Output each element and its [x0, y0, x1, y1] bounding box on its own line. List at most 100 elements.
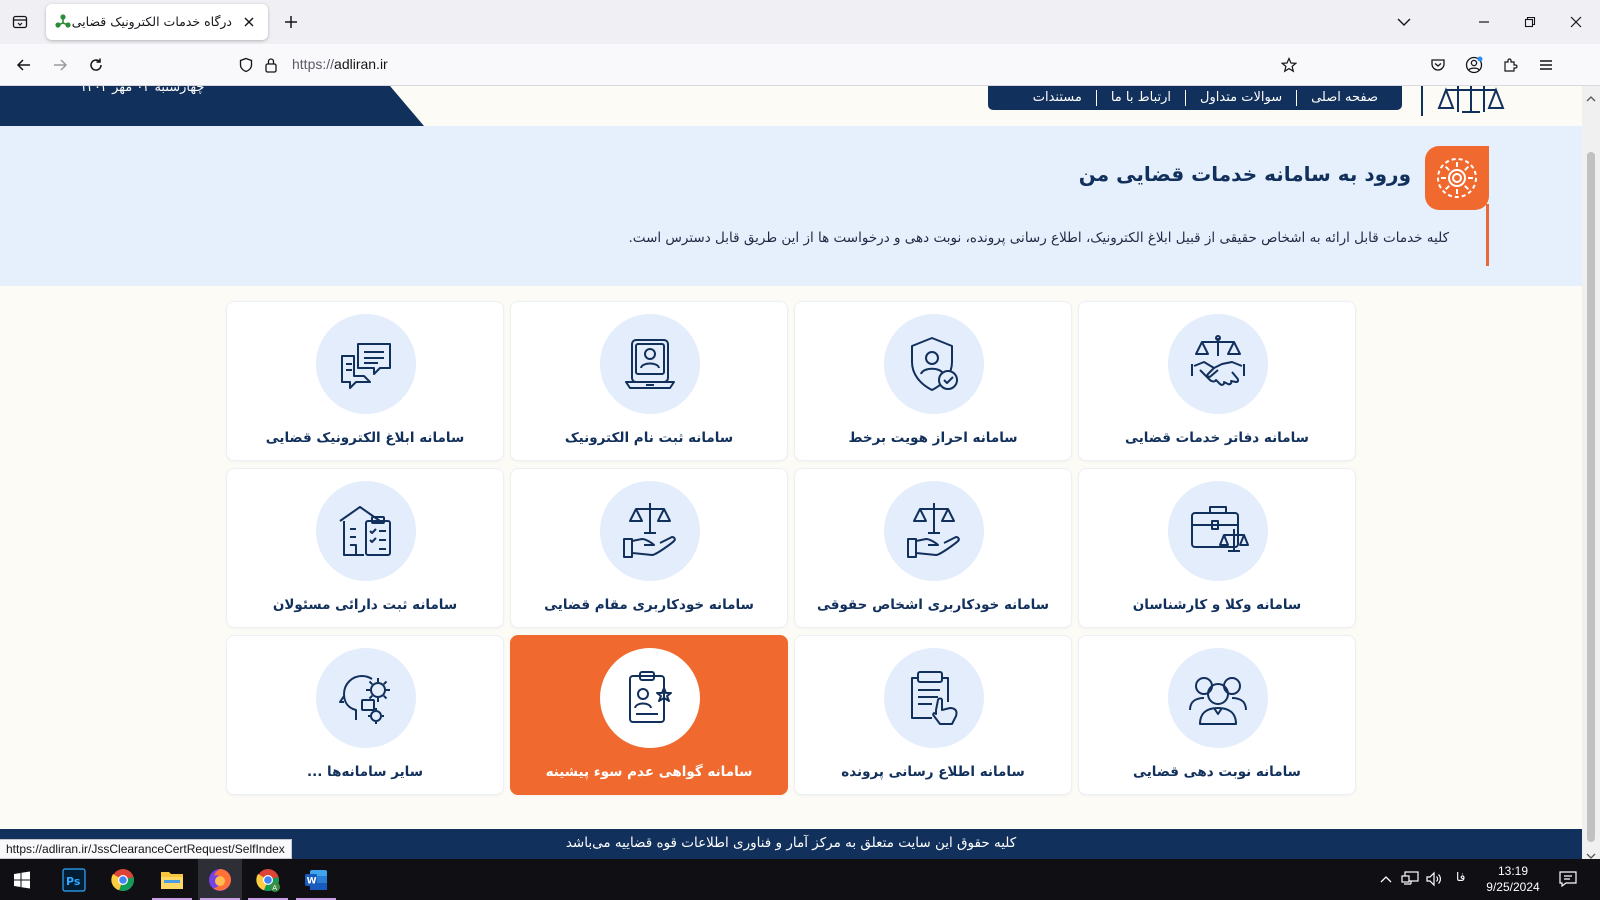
svg-text:Ps: Ps	[66, 875, 81, 888]
clock-date: 9/25/2024	[1486, 880, 1540, 894]
forward-icon[interactable]	[48, 53, 72, 77]
tab-list-icon[interactable]	[8, 11, 32, 33]
card-label: سامانه اطلاع رسانی پرونده	[841, 764, 1025, 780]
active-tab[interactable]: درگاه خدمات الکترونیک قضایی	[46, 4, 268, 40]
service-card-lawyers-experts[interactable]: سامانه وکلا و کارشناسان	[1078, 468, 1356, 628]
scroll-down-icon[interactable]	[1586, 846, 1596, 859]
judiciary-logo-icon[interactable]	[1436, 86, 1506, 116]
service-card-case-info[interactable]: سامانه اطلاع رسانی پرونده	[794, 635, 1072, 795]
current-date: چهارشنبه ۰۴ مهر ۱۴۰۳	[80, 86, 205, 95]
service-card-clearance-certificate[interactable]: سامانه گواهی عدم سوء پیشینه	[510, 635, 788, 795]
card-label: سامانه دفاتر خدمات قضایی	[1125, 430, 1309, 446]
building-checklist-icon	[316, 481, 416, 581]
chrome-icon[interactable]	[101, 859, 145, 900]
scroll-up-icon[interactable]	[1586, 89, 1596, 102]
card-label: سامانه خودکاربری اشخاص حقوقی	[816, 597, 1050, 613]
svg-text:A: A	[272, 884, 277, 892]
show-hidden-icons-icon[interactable]	[1376, 869, 1396, 889]
url-scheme: https://	[292, 56, 335, 72]
date-banner: چهارشنبه ۰۴ مهر ۱۴۰۳	[0, 86, 424, 126]
card-label: سامانه ثبت دارائی مسئولان	[272, 597, 458, 613]
logo-divider	[1421, 86, 1423, 116]
service-card-legal-entities[interactable]: سامانه خودکاربری اشخاص حقوقی	[794, 468, 1072, 628]
page-viewport: چهارشنبه ۰۴ مهر ۱۴۰۳ صفحه اصلی سوالات مت…	[0, 86, 1582, 859]
scrollbar-thumb[interactable]	[1587, 152, 1595, 842]
clipboard-hand-icon	[884, 648, 984, 748]
intro-description: کلیه خدمات قابل ارائه به اشخاص حقیقی از …	[628, 230, 1449, 246]
user-shield-check-icon	[884, 314, 984, 414]
menu-contact[interactable]: ارتباط با ما	[1095, 90, 1185, 106]
clock-time: 13:19	[1497, 864, 1529, 878]
word-icon[interactable]: W	[294, 859, 338, 900]
site-favicon-icon	[54, 13, 72, 31]
tab-close-icon[interactable]	[240, 13, 258, 31]
url-bar[interactable]: https://adliran.ir	[232, 50, 1324, 80]
system-clock[interactable]: 13:19 9/25/2024	[1480, 863, 1546, 895]
notifications-icon[interactable]	[1558, 869, 1578, 889]
laptop-user-icon	[600, 314, 700, 414]
service-card-e-registration[interactable]: سامانه ثبت نام الکترونیک	[510, 301, 788, 461]
tracking-shield-icon[interactable]	[238, 57, 254, 77]
card-label: سامانه احراز هویت برخط	[848, 430, 1018, 446]
service-card-appointments[interactable]: سامانه نوبت دهی قضایی	[1078, 635, 1356, 795]
input-language[interactable]: فا	[1456, 870, 1465, 884]
chrome-profile-icon[interactable]: A	[246, 859, 290, 900]
service-card-online-identity[interactable]: سامانه احراز هویت برخط	[794, 301, 1072, 461]
service-card-officials-assets[interactable]: سامانه ثبت دارائی مسئولان	[226, 468, 504, 628]
new-tab-icon[interactable]	[280, 11, 302, 33]
menu-home[interactable]: صفحه اصلی	[1296, 90, 1392, 106]
windows-start-icon[interactable]	[0, 859, 44, 900]
page-scrollbar[interactable]	[1582, 86, 1600, 859]
card-label: سامانه خودکاربری مقام قضایی	[544, 597, 754, 613]
lock-icon[interactable]	[264, 57, 278, 77]
restore-icon[interactable]	[1520, 12, 1540, 32]
chat-bubbles-icon	[316, 314, 416, 414]
intro-title: ورود به سامانه خدمات قضایی من	[1078, 162, 1411, 186]
photoshop-icon[interactable]: Ps	[52, 859, 96, 900]
site-header: چهارشنبه ۰۴ مهر ۱۴۰۳ صفحه اصلی سوالات مت…	[0, 86, 1582, 126]
gear-settings-icon	[1425, 146, 1489, 210]
briefcase-scales-icon	[1168, 481, 1268, 581]
network-icon[interactable]	[1400, 869, 1420, 889]
browser-nav-bar: https://adliran.ir	[0, 44, 1600, 86]
menu-documents[interactable]: مستندات	[1019, 90, 1096, 106]
url-host: adliran.ir	[334, 56, 388, 72]
app-menu-icon[interactable]	[1534, 53, 1558, 77]
bookmark-star-icon[interactable]	[1280, 57, 1298, 77]
firefox-icon[interactable]	[198, 859, 242, 900]
url-text[interactable]: https://adliran.ir	[292, 56, 388, 72]
windows-taskbar: Ps A W فا 13:19 9/25/2024	[0, 859, 1600, 900]
handshake-scales-icon	[1168, 314, 1268, 414]
card-label: سامانه ثبت نام الکترونیک	[564, 430, 734, 446]
main-menu: صفحه اصلی سوالات متداول ارتباط با ما مست…	[988, 86, 1402, 110]
back-icon[interactable]	[12, 53, 36, 77]
service-card-judicial-offices[interactable]: سامانه دفاتر خدمات قضایی	[1078, 301, 1356, 461]
volume-icon[interactable]	[1424, 869, 1444, 889]
card-label: سامانه گواهی عدم سوء پیشینه	[545, 764, 753, 780]
card-label: سامانه ابلاغ الکترونیک قضایی	[265, 430, 465, 446]
reload-icon[interactable]	[84, 53, 108, 77]
account-icon[interactable]	[1462, 53, 1486, 77]
intro-section: ورود به سامانه خدمات قضایی من کلیه خدمات…	[0, 126, 1582, 286]
extensions-icon[interactable]	[1498, 53, 1522, 77]
browser-tab-bar: درگاه خدمات الکترونیک قضایی	[0, 0, 1600, 44]
card-label: سامانه وکلا و کارشناسان	[1132, 597, 1302, 613]
intro-accent-bar	[1486, 204, 1489, 266]
menu-faq[interactable]: سوالات متداول	[1185, 90, 1296, 106]
file-explorer-icon[interactable]	[150, 859, 194, 900]
close-window-icon[interactable]	[1566, 12, 1586, 32]
service-card-e-notification[interactable]: سامانه ابلاغ الکترونیک قضایی	[226, 301, 504, 461]
tab-title: درگاه خدمات الکترونیک قضایی	[71, 14, 232, 29]
certificate-user-icon	[600, 648, 700, 748]
svg-text:W: W	[307, 876, 317, 886]
user-group-icon	[1168, 648, 1268, 748]
hand-scales-icon	[884, 481, 984, 581]
service-card-other-systems[interactable]: سایر سامانه‌ها ...	[226, 635, 504, 795]
minimize-icon[interactable]	[1474, 12, 1494, 32]
link-status-bar: https://adliran.ir/JssClearanceCertReque…	[0, 839, 292, 859]
service-card-judicial-authority[interactable]: سامانه خودکاربری مقام قضایی	[510, 468, 788, 628]
head-gears-icon	[316, 648, 416, 748]
pocket-icon[interactable]	[1426, 53, 1450, 77]
list-all-tabs-icon[interactable]	[1394, 12, 1414, 32]
hand-scales-icon	[600, 481, 700, 581]
